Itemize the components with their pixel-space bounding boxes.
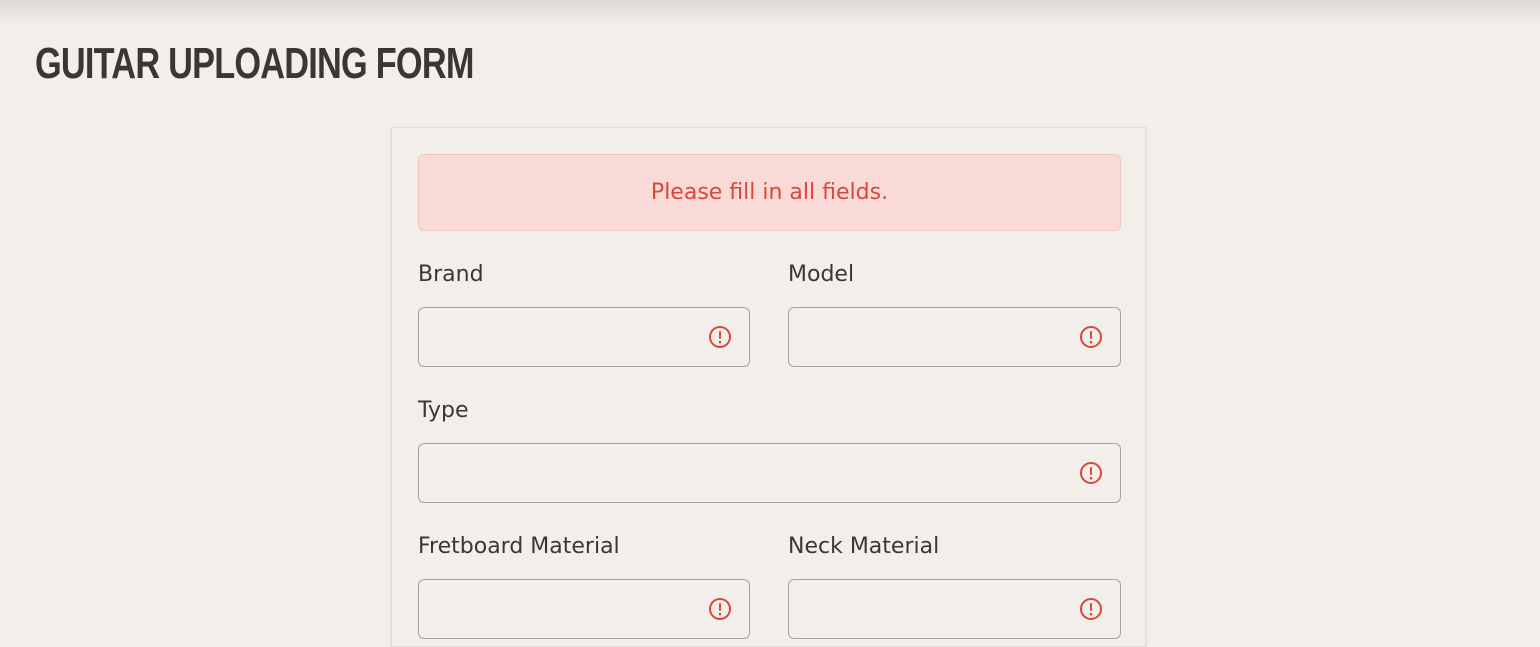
header-shadow [0, 0, 1540, 24]
fretboard-material-field [418, 579, 750, 639]
alert-circle-icon [1080, 462, 1102, 484]
brand-field [418, 307, 750, 367]
fretboard-material-input[interactable] [419, 580, 749, 638]
brand-input[interactable] [419, 308, 749, 366]
brand-label: Brand [418, 262, 484, 287]
error-alert: Please fill in all fields. [418, 154, 1121, 231]
neck-material-label: Neck Material [788, 534, 940, 559]
neck-material-field [788, 579, 1121, 639]
page-title: GUITAR UPLOADING FORM [35, 39, 474, 88]
alert-circle-icon [1080, 598, 1102, 620]
fretboard-material-label: Fretboard Material [418, 534, 620, 559]
neck-material-input[interactable] [789, 580, 1120, 638]
alert-circle-icon [709, 326, 731, 348]
model-label: Model [788, 262, 855, 287]
alert-circle-icon [709, 598, 731, 620]
model-field [788, 307, 1121, 367]
type-field [418, 443, 1121, 503]
model-input[interactable] [789, 308, 1120, 366]
alert-circle-icon [1080, 326, 1102, 348]
type-input[interactable] [419, 444, 1120, 502]
guitar-upload-form: Please fill in all fields. Brand Model T… [391, 127, 1146, 647]
type-label: Type [418, 398, 469, 423]
